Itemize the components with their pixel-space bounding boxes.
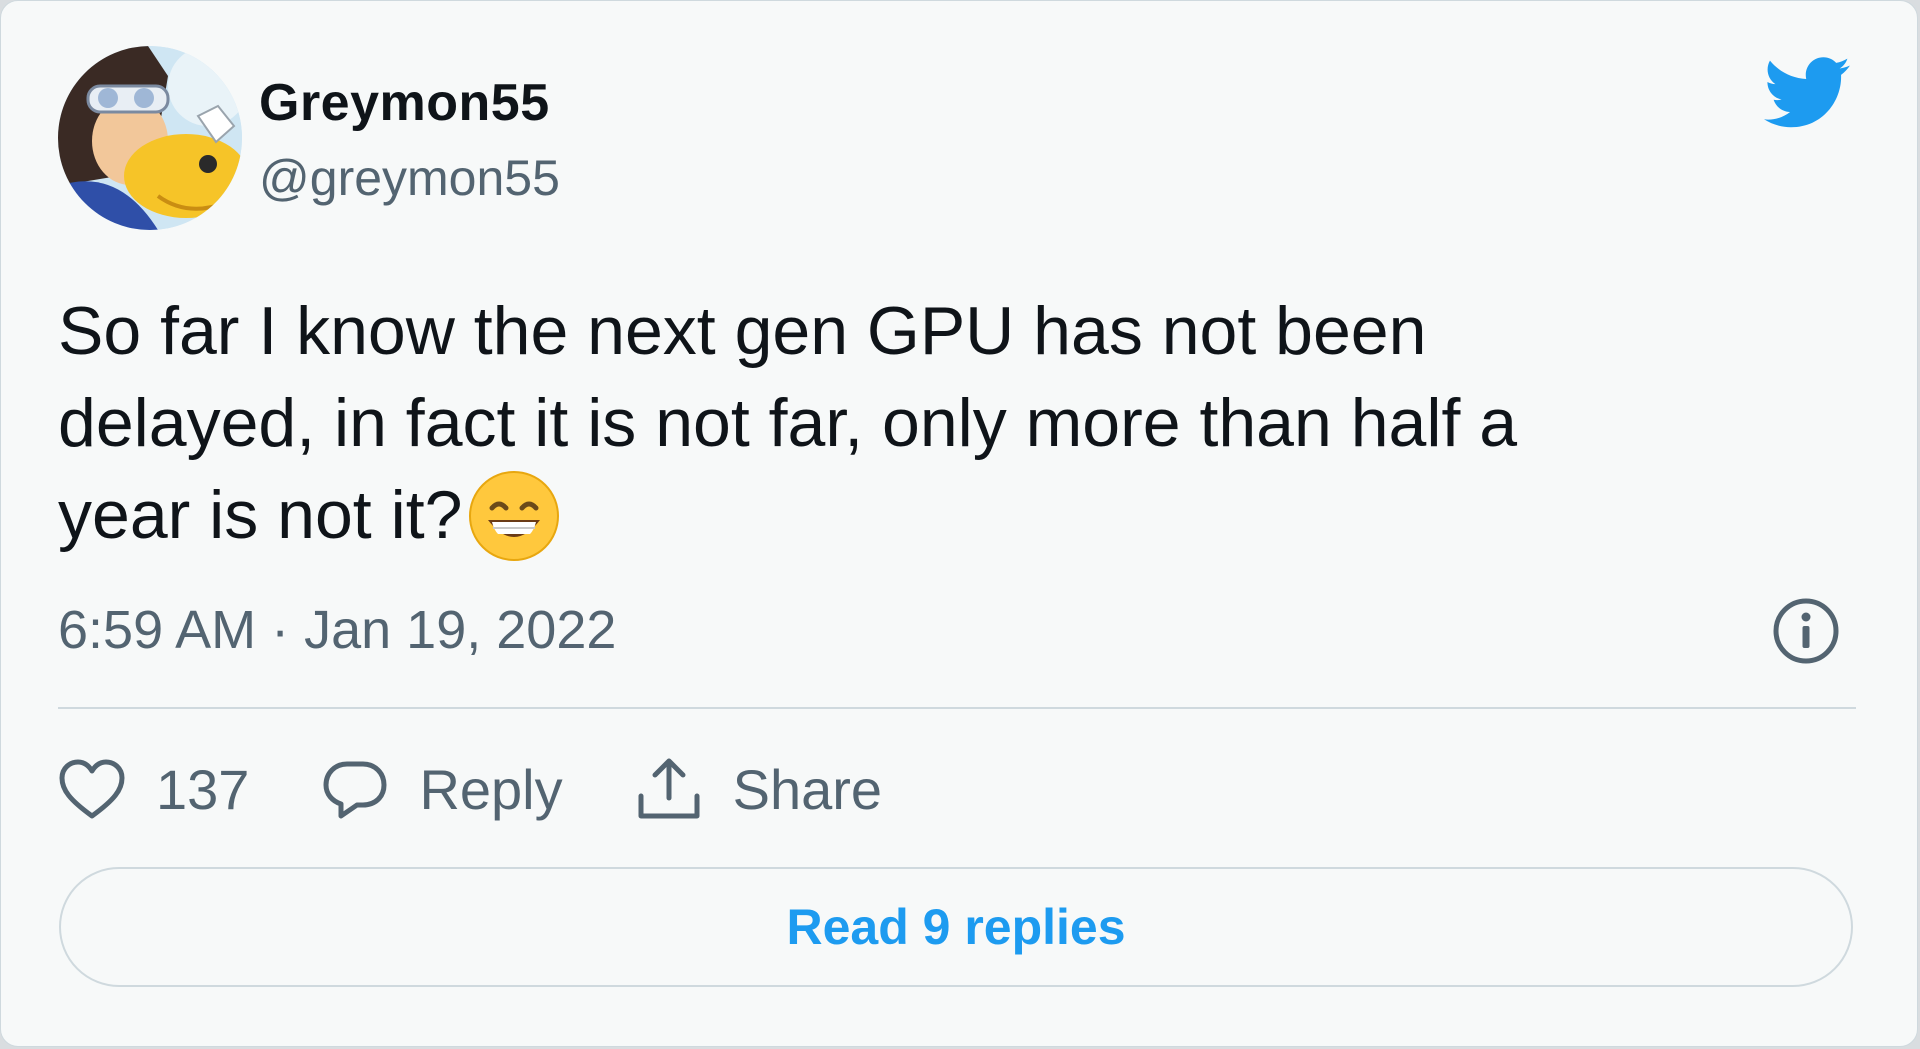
divider	[58, 707, 1856, 709]
reply-button[interactable]: Reply	[321, 757, 563, 822]
read-replies-button[interactable]: Read 9 replies	[59, 867, 1853, 987]
heart-icon	[59, 759, 125, 819]
twitter-bird-icon[interactable]	[1763, 56, 1851, 134]
reply-bubble-icon	[323, 761, 387, 819]
share-label: Share	[732, 757, 883, 821]
tweet-timestamp[interactable]: 6:59 AM · Jan 19, 2022	[58, 599, 616, 661]
grinning-face-emoji-icon	[468, 470, 560, 562]
share-button[interactable]: Share	[635, 756, 882, 822]
tweet-text: So far I know the next gen GPU has not b…	[58, 285, 1818, 562]
tweet-body: So far I know the next gen GPU has not b…	[58, 293, 1518, 553]
like-button[interactable]: 137	[58, 757, 249, 822]
share-upload-icon	[638, 758, 700, 819]
tweet-card: Greymon55 @greymon55 So far I know the n…	[0, 0, 1918, 1047]
avatar[interactable]	[58, 46, 242, 230]
author-display-name[interactable]: Greymon55	[259, 73, 550, 133]
reply-label: Reply	[419, 757, 563, 821]
author-handle[interactable]: @greymon55	[259, 149, 560, 207]
like-count: 137	[156, 757, 250, 821]
action-bar: 137 Reply Share	[58, 749, 954, 829]
read-replies-label: Read 9 replies	[786, 899, 1126, 955]
info-circle-icon[interactable]	[1772, 597, 1840, 665]
avatar-image-icon	[58, 46, 242, 230]
